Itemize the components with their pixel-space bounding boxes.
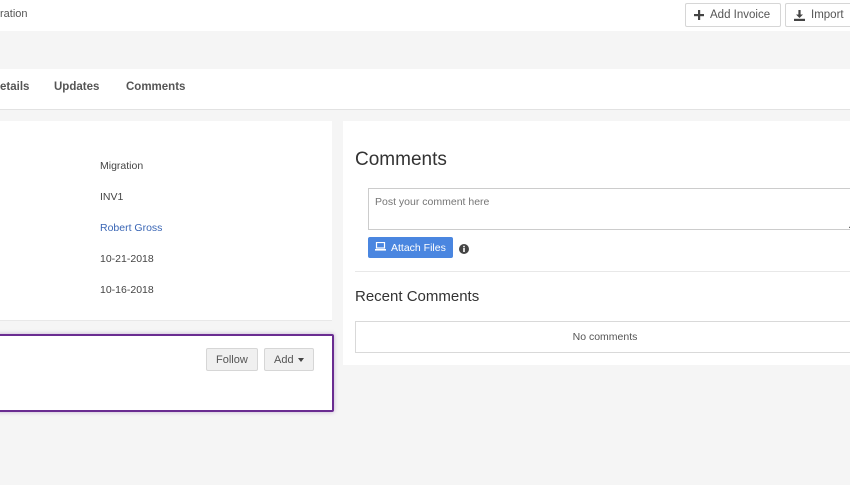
attach-files-label: Attach Files (391, 241, 446, 254)
laptop-icon (375, 241, 386, 254)
import-label: Import (811, 9, 844, 21)
import-button[interactable]: Import (785, 3, 850, 27)
detail-value-date-1: 10-21-2018 (100, 253, 154, 265)
detail-value-type: Migration (100, 160, 144, 172)
follow-label: Follow (216, 353, 248, 366)
follow-button[interactable]: Follow (206, 348, 258, 371)
detail-value-date-2: 10-16-2018 (100, 284, 154, 296)
top-bar: ration Add Invoice Import (0, 0, 850, 31)
tab-comments[interactable]: Comments (126, 81, 185, 93)
comments-title: Comments (355, 149, 447, 170)
breadcrumb: ration (0, 8, 28, 20)
detail-value-number: INV1 (100, 191, 124, 203)
no-comments-message: No comments (355, 321, 850, 353)
add-label: Add (274, 353, 294, 366)
info-icon[interactable] (459, 241, 469, 254)
details-card: Migration INV1 Robert Gross 10-21-2018 1… (0, 121, 332, 321)
spacer (0, 31, 850, 69)
tab-bar: etails Updates Comments (0, 69, 850, 110)
add-dropdown-button[interactable]: Add (264, 348, 314, 371)
download-icon (794, 9, 805, 21)
tab-details[interactable]: etails (0, 81, 29, 93)
plus-icon (694, 10, 704, 20)
attach-files-button[interactable]: Attach Files (368, 237, 453, 258)
comments-card: Comments Attach Files Recent Comments No… (343, 121, 850, 365)
detail-value-owner-link[interactable]: Robert Gross (100, 222, 162, 234)
recent-comments-title: Recent Comments (355, 288, 480, 305)
add-invoice-button[interactable]: Add Invoice (685, 3, 781, 27)
comment-input[interactable] (368, 188, 850, 230)
divider (355, 271, 850, 272)
caret-down-icon (297, 358, 304, 362)
tab-updates[interactable]: Updates (54, 81, 99, 93)
no-comments-text: No comments (572, 331, 638, 343)
follow-panel: Follow Add (0, 334, 334, 412)
add-invoice-label: Add Invoice (710, 9, 771, 21)
